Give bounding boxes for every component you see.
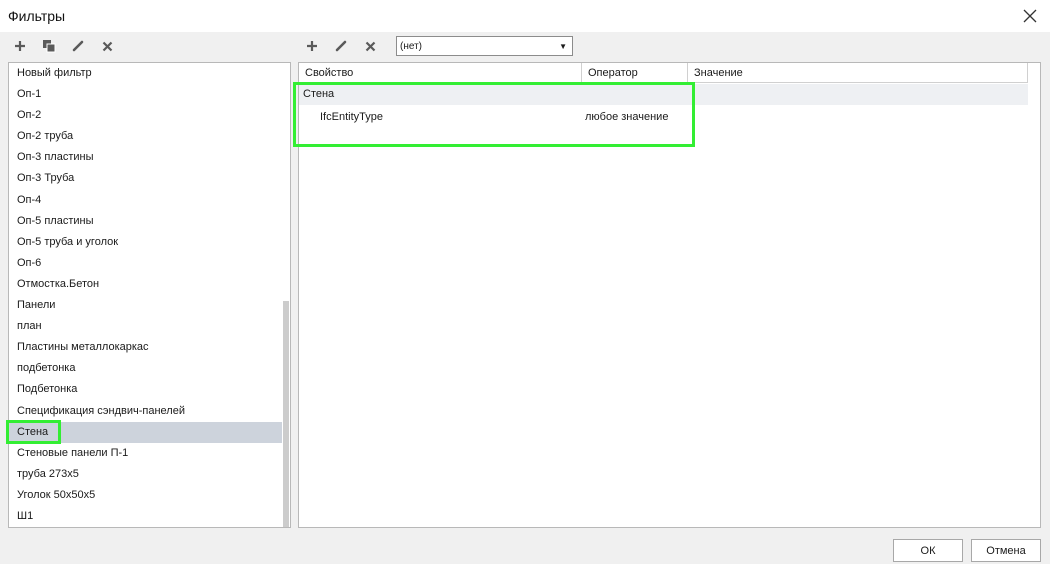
cancel-button[interactable]: Отмена <box>971 539 1041 562</box>
filter-list-item[interactable]: Ш1 <box>9 506 290 527</box>
filter-list-item[interactable]: Спецификация сэндвич-панелей <box>9 401 290 422</box>
window-title: Фильтры <box>8 8 66 24</box>
group-select[interactable]: (нет) ▼ <box>396 36 573 56</box>
add-icon <box>15 41 25 51</box>
condition-property[interactable]: IfcEntityType <box>320 107 383 128</box>
edit-icon <box>335 40 347 52</box>
delete-filter-button[interactable] <box>95 34 119 58</box>
conditions-grid: Свойство Оператор Значение Стена IfcEnti… <box>298 62 1041 528</box>
condition-row[interactable]: IfcEntityType любое значение <box>299 107 1040 128</box>
filter-list-item[interactable]: Пластины металлокаркас <box>9 337 290 358</box>
filter-list-item[interactable]: Оп-5 пластины <box>9 211 290 232</box>
filter-list-item[interactable]: Оп-1 <box>9 84 290 105</box>
filter-list-item[interactable]: план <box>9 316 290 337</box>
grid-scrollbar[interactable] <box>1028 63 1040 527</box>
column-header-property[interactable]: Свойство <box>299 63 582 83</box>
filters-scrollbar[interactable] <box>282 63 290 527</box>
add-condition-button[interactable] <box>300 34 324 58</box>
ok-button[interactable]: ОК <box>893 539 963 562</box>
copy-filter-button[interactable] <box>37 34 61 58</box>
filter-list-item[interactable]: Оп-3 Труба <box>9 168 290 189</box>
filter-list-item[interactable]: Оп-2 труба <box>9 126 290 147</box>
add-filter-button[interactable] <box>8 34 32 58</box>
filter-list-item[interactable]: Оп-3 пластины <box>9 147 290 168</box>
filter-list-item[interactable]: Панели <box>9 295 290 316</box>
close-button[interactable] <box>1020 6 1040 26</box>
filter-list-item[interactable]: Подбетонка <box>9 379 290 400</box>
filter-list-item[interactable]: Оп-2 <box>9 105 290 126</box>
conditions-toolbar: (нет) ▼ <box>300 32 1045 60</box>
edit-icon <box>72 40 84 52</box>
delete-icon <box>102 41 112 51</box>
column-header-value[interactable]: Значение <box>688 63 1028 83</box>
scroll-thumb[interactable] <box>283 301 289 527</box>
filter-list-item[interactable]: Оп-5 труба и уголок <box>9 232 290 253</box>
filter-list-item[interactable]: Отмостка.Бетон <box>9 274 290 295</box>
filter-list-item[interactable]: Новый фильтр <box>9 63 290 84</box>
column-header-operator[interactable]: Оператор <box>582 63 688 83</box>
filters-toolbar <box>8 32 292 60</box>
filter-list-item[interactable]: Стеновые панели П-1 <box>9 443 290 464</box>
copy-icon <box>43 40 56 53</box>
delete-condition-button[interactable] <box>358 34 382 58</box>
chevron-down-icon: ▼ <box>559 42 567 51</box>
filter-list-item[interactable]: Стена <box>9 421 290 443</box>
edit-condition-button[interactable] <box>329 34 353 58</box>
filter-list-item[interactable]: Оп-6 <box>9 253 290 274</box>
group-select-value: (нет) <box>400 40 422 52</box>
condition-operator[interactable]: любое значение <box>585 107 668 128</box>
filter-list-item[interactable]: труба 273x5 <box>9 464 290 485</box>
title-bar: Фильтры <box>0 0 1050 32</box>
grid-header: Свойство Оператор Значение <box>299 63 1040 83</box>
add-icon <box>307 41 317 51</box>
edit-filter-button[interactable] <box>66 34 90 58</box>
filter-list-item[interactable]: Оп-4 <box>9 190 290 211</box>
group-row[interactable]: Стена <box>299 84 1040 105</box>
filter-list-item[interactable]: Уголок 50x50x5 <box>9 485 290 506</box>
delete-icon <box>365 41 375 51</box>
filters-list[interactable]: Новый фильтр Оп-1 Оп-2 Оп-2 труба Оп-3 пласт… <box>8 62 291 528</box>
filter-list-item[interactable]: подбетонка <box>9 358 290 379</box>
close-icon <box>1023 9 1037 23</box>
